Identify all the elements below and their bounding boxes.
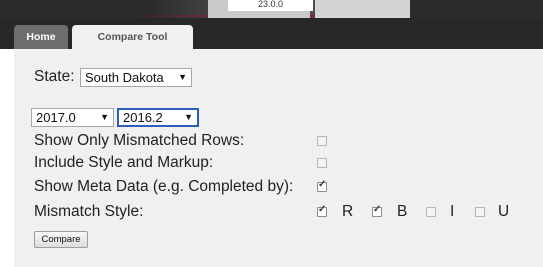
style-i-label: I	[450, 203, 455, 220]
option-meta-data-label: Show Meta Data (e.g. Completed by):	[34, 178, 294, 195]
state-select[interactable]: South Dakota ▼	[80, 68, 192, 87]
version-right-value: 2016.2	[123, 110, 163, 125]
option-style-markup-label: Include Style and Markup:	[34, 154, 214, 171]
top-banner: 23.0.0	[0, 0, 543, 18]
checkmark-icon: ✓	[318, 204, 327, 215]
banner-block-right	[315, 0, 410, 18]
chevron-down-icon: ▼	[178, 72, 187, 82]
compare-button[interactable]: Compare	[34, 231, 88, 248]
tab-compare-tool[interactable]: Compare Tool	[72, 25, 193, 49]
option-mismatch-style-label: Mismatch Style:	[34, 203, 144, 220]
style-r-label: R	[342, 203, 354, 220]
style-b-label: B	[397, 203, 408, 220]
style-u-checkbox[interactable]	[475, 207, 485, 217]
mismatched-rows-checkbox[interactable]	[317, 136, 327, 146]
option-mismatched-label: Show Only Mismatched Rows:	[34, 132, 245, 149]
style-r-checkbox[interactable]: ✓	[317, 204, 327, 217]
version-left-value: 2017.0	[36, 110, 76, 125]
style-i-checkbox[interactable]	[426, 207, 436, 217]
state-select-value: South Dakota	[85, 70, 164, 85]
tab-home[interactable]: Home	[14, 25, 68, 49]
banner-partial-text: 23.0.0	[228, 0, 313, 11]
version-left-select[interactable]: 2017.0 ▼	[31, 108, 114, 127]
chevron-down-icon: ▼	[100, 112, 109, 122]
meta-data-checkbox[interactable]: ✓	[317, 179, 327, 192]
version-right-select[interactable]: 2016.2 ▼	[117, 108, 199, 127]
style-u-label: U	[498, 203, 510, 220]
chevron-down-icon: ▼	[184, 112, 193, 122]
state-label: State:	[34, 68, 75, 85]
checkmark-icon: ✓	[318, 179, 327, 190]
style-markup-checkbox[interactable]	[317, 158, 327, 168]
checkmark-icon: ✓	[373, 204, 382, 215]
style-b-checkbox[interactable]: ✓	[372, 204, 382, 217]
